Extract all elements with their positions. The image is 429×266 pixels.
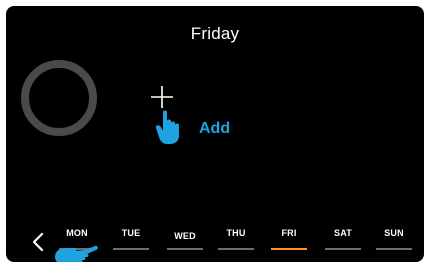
tab-underline (218, 248, 254, 250)
tab-label: MON (66, 228, 88, 238)
tab-underline (376, 248, 412, 250)
tab-wed[interactable]: WED (166, 228, 204, 254)
tab-underline (271, 248, 307, 250)
pointing-hand-icon (55, 245, 98, 262)
tab-underline (325, 248, 361, 250)
tab-label: SAT (334, 228, 352, 238)
tab-label: TUE (121, 228, 141, 238)
device-screen: Friday Add MON TUE WED THU FRI SAT SUN (6, 6, 424, 262)
tab-tue[interactable]: TUE (112, 228, 150, 254)
tab-underline (113, 248, 149, 250)
tab-label: SUN (384, 228, 404, 238)
add-button[interactable]: Add (199, 120, 230, 138)
tab-underline (167, 248, 203, 250)
tab-fri[interactable]: FRI (270, 228, 308, 254)
tab-label: FRI (281, 228, 297, 238)
tab-label: WED (174, 231, 196, 241)
progress-ring-icon (21, 60, 97, 136)
pointing-hand-icon (155, 110, 179, 144)
tab-label: THU (226, 228, 246, 238)
plus-icon[interactable] (151, 86, 173, 108)
tab-sat[interactable]: SAT (324, 228, 362, 254)
tab-sun[interactable]: SUN (375, 228, 413, 254)
page-title: Friday (190, 24, 240, 43)
chevron-left-icon[interactable] (32, 232, 44, 252)
tab-thu[interactable]: THU (217, 228, 255, 254)
